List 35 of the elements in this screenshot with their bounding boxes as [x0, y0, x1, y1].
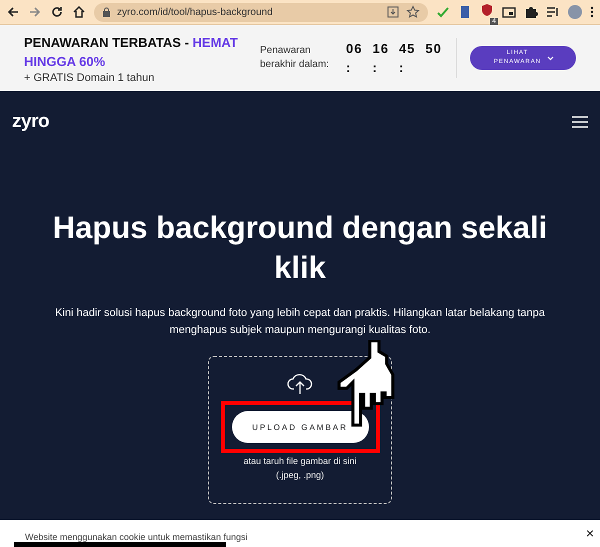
countdown-number: 06 [346, 41, 362, 56]
install-icon[interactable] [386, 5, 400, 19]
menu-icon[interactable] [590, 5, 594, 19]
media-icon[interactable] [546, 5, 560, 19]
check-icon[interactable] [436, 5, 450, 19]
reload-icon[interactable] [50, 5, 64, 19]
hero-title: Hapus background dengan sekali klik [52, 209, 548, 287]
address-bar[interactable]: zyro.com/id/tool/hapus-background [94, 2, 428, 22]
puzzle-icon[interactable] [524, 5, 538, 19]
countdown-number: 16 [372, 41, 389, 56]
cloud-upload-icon [287, 371, 313, 395]
close-button[interactable]: × [586, 525, 594, 541]
countdown-number: 50 [425, 41, 442, 56]
countdown-separator: : [372, 60, 378, 75]
back-icon[interactable] [6, 5, 20, 19]
menu-icon[interactable] [572, 116, 588, 128]
forward-icon[interactable] [28, 5, 42, 19]
countdown-label: Penawaran berakhir dalam: [260, 44, 330, 72]
home-icon[interactable] [72, 5, 86, 19]
lock-icon [102, 7, 111, 17]
countdown-separator: : [398, 60, 404, 75]
file-formats: (.jpeg, .png) [276, 470, 324, 480]
promo-subtitle: + GRATIS Domain 1 tahun [24, 72, 156, 84]
star-icon[interactable] [406, 5, 420, 19]
picture-in-picture-icon[interactable] [502, 5, 516, 19]
countdown-number: 45 [398, 41, 416, 56]
promo-title: PENAWARAN TERBATAS - HEMAT HINGGA 60% [24, 34, 239, 70]
chevron-down-icon [546, 56, 554, 60]
hero-description: Kini hadir solusi hapus background foto yang lebih cepat dan praktis. Hilangkan latar belakang tanpa menghapus subjek maupun mengurangi kualitas foto. [55, 306, 545, 338]
logo[interactable]: zyro [12, 111, 50, 133]
drop-hint: atau taruh file gambar di sini [243, 456, 357, 466]
cookie-text: Website menggunakan cookie untuk memastikan fungsi [25, 532, 248, 542]
countdown-separator: : [346, 60, 352, 75]
upload-button[interactable]: UPLOAD GAMBAR [232, 411, 368, 443]
bookmark-icon[interactable] [458, 5, 472, 19]
